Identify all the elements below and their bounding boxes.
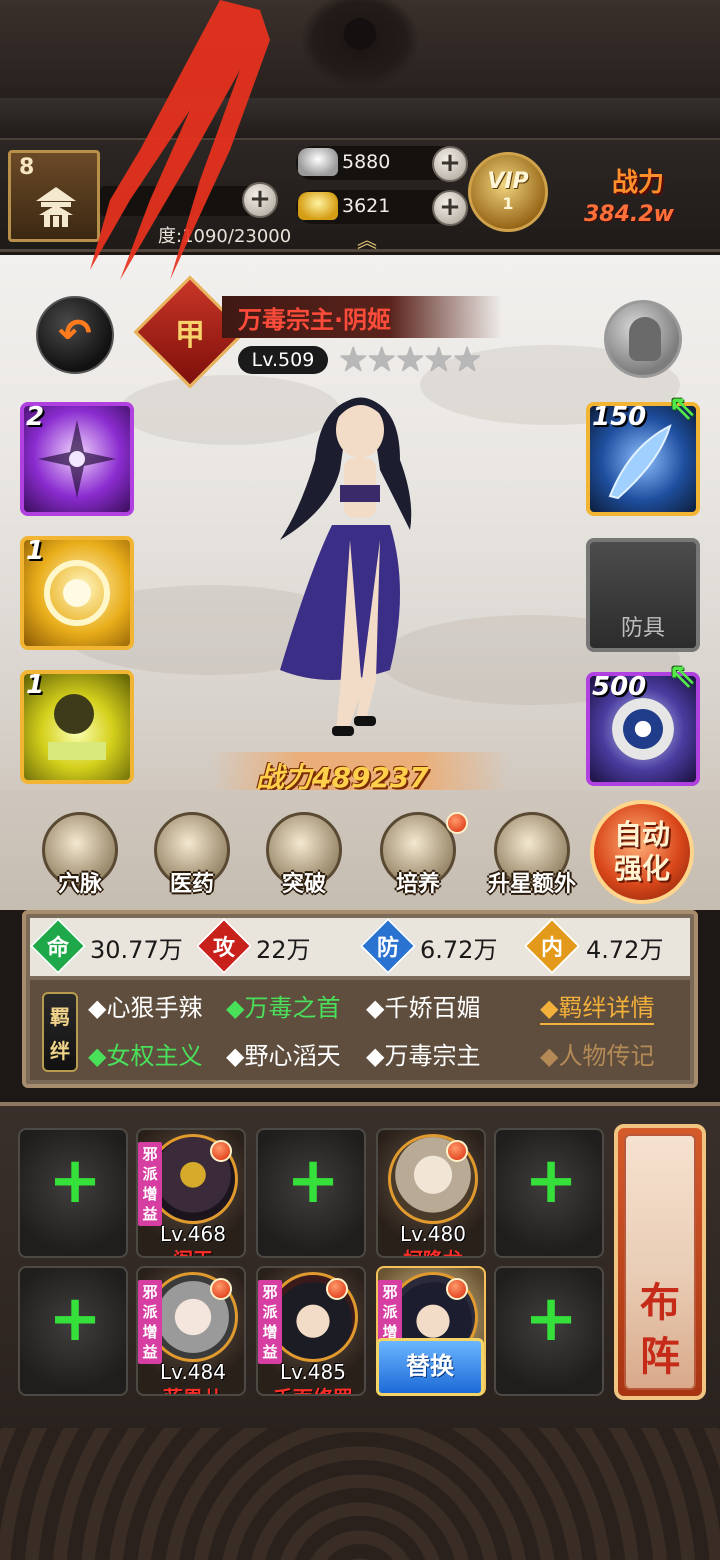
player-level: 8 bbox=[19, 155, 35, 180]
add-icon: + bbox=[524, 1282, 578, 1356]
action-meridian[interactable]: 穴脉 bbox=[25, 866, 135, 898]
player-level-box[interactable]: 8 bbox=[8, 150, 100, 242]
hero-detail-screen: { "top_bar": { "player_level": "8", "exp… bbox=[0, 0, 720, 1560]
rank-badge-text: 甲 bbox=[175, 318, 205, 353]
stat-attack: 22万 bbox=[256, 936, 311, 964]
skill-slot-3[interactable]: 1 bbox=[20, 670, 134, 784]
footer-pattern bbox=[0, 1428, 720, 1560]
biography-link[interactable]: ◆人物传记 bbox=[540, 1036, 654, 1071]
stat-defense: 6.72万 bbox=[420, 936, 498, 964]
total-power-value: 384.2w bbox=[584, 202, 674, 227]
hero-level: Lv.509 bbox=[238, 346, 328, 374]
roof-beam bbox=[0, 98, 720, 140]
replace-button[interactable]: 替换 bbox=[376, 1338, 484, 1396]
empty-team-slot[interactable]: + bbox=[256, 1128, 366, 1258]
stat-inner: 4.72万 bbox=[586, 936, 664, 964]
gold-value: 3621 bbox=[342, 195, 391, 217]
bond-trait: ◆万毒宗主 bbox=[366, 1042, 481, 1070]
roof-ornament bbox=[300, 0, 420, 88]
yinyang-accessory-icon bbox=[612, 698, 674, 760]
total-power-label: 战力 bbox=[612, 168, 665, 198]
vip-badge[interactable]: VIP 1 bbox=[468, 152, 548, 232]
action-breakthrough[interactable]: 突破 bbox=[249, 866, 359, 898]
formation-label[interactable]: 布阵 bbox=[630, 1276, 690, 1384]
bond-trait: ◆心狠手辣 bbox=[88, 994, 203, 1022]
shuriken-skill-icon bbox=[38, 420, 116, 498]
notification-dot bbox=[210, 1140, 232, 1162]
stat-hp: 30.77万 bbox=[90, 936, 183, 964]
add-icon: + bbox=[48, 1282, 102, 1356]
team-hero-slot[interactable]: Lv.480 柯降龙 bbox=[376, 1128, 486, 1258]
back-icon[interactable]: ↶ bbox=[36, 296, 114, 374]
add-icon: + bbox=[48, 1144, 102, 1218]
bond-trait: ◆千娇百媚 bbox=[366, 994, 481, 1022]
bond-details-link[interactable]: ◆羁绊详情 bbox=[540, 988, 655, 1025]
notification-dot bbox=[326, 1278, 348, 1300]
auto-enhance-label[interactable]: 自动 强化 bbox=[604, 818, 680, 886]
notification-dot bbox=[210, 1278, 232, 1300]
armor-empty-label: 防具 bbox=[620, 616, 665, 641]
empty-team-slot[interactable]: + bbox=[494, 1128, 604, 1258]
team-hero-slot[interactable]: 邪派增益 Lv.485 千面修罗 bbox=[256, 1266, 366, 1396]
add-icon: + bbox=[524, 1144, 578, 1218]
exp-progress-text: 度:1090/23000 bbox=[158, 226, 292, 247]
upgrade-arrow-icon: ⇖ bbox=[668, 388, 697, 428]
total-power: 战力 384.2w bbox=[568, 160, 720, 240]
empty-team-slot[interactable]: + bbox=[18, 1266, 128, 1396]
silver-value: 5880 bbox=[342, 151, 391, 173]
equip-slot-armor[interactable]: 防具 bbox=[586, 538, 700, 652]
add-silver-button[interactable]: + bbox=[432, 146, 468, 182]
evil-faction-tag: 邪派增益 bbox=[258, 1280, 282, 1364]
chevron-up-icon[interactable]: ︽ bbox=[352, 230, 382, 250]
action-star-up[interactable]: 升星额外 bbox=[477, 866, 587, 898]
silver-ingot-icon bbox=[298, 148, 338, 176]
add-icon: + bbox=[286, 1144, 340, 1218]
bond-trait: ◆女权主义 bbox=[88, 1042, 203, 1070]
bonds-badge: 羁绊 bbox=[42, 992, 78, 1072]
poison-skill-icon bbox=[48, 694, 106, 760]
golden-swirl-skill-icon bbox=[44, 560, 110, 626]
upgrade-arrow-icon: ⇖ bbox=[668, 656, 697, 696]
add-gold-button[interactable]: + bbox=[432, 190, 468, 226]
meditation-figure-icon[interactable] bbox=[604, 300, 682, 378]
skill-slot-2[interactable]: 1 bbox=[20, 536, 134, 650]
hero-character-art[interactable] bbox=[240, 390, 480, 740]
empty-team-slot[interactable]: + bbox=[494, 1266, 604, 1396]
gold-ingot-icon bbox=[298, 192, 338, 220]
evil-faction-tag: 邪派增益 bbox=[138, 1142, 162, 1226]
evil-faction-tag: 邪派增益 bbox=[138, 1280, 162, 1364]
notification-dot bbox=[446, 812, 468, 834]
temple-icon bbox=[36, 187, 76, 227]
bond-trait: ◆野心滔天 bbox=[226, 1042, 341, 1070]
action-training[interactable]: 培养 bbox=[363, 866, 473, 898]
skill-slot-1[interactable]: 2 bbox=[20, 402, 134, 516]
hero-stars: ★★★★★ bbox=[338, 340, 482, 380]
empty-team-slot[interactable]: + bbox=[18, 1128, 128, 1258]
roof-header bbox=[0, 0, 720, 140]
action-medicine[interactable]: 医药 bbox=[137, 866, 247, 898]
notification-dot bbox=[446, 1140, 468, 1162]
notification-dot bbox=[446, 1278, 468, 1300]
add-exp-button[interactable]: + bbox=[242, 182, 278, 218]
bond-trait: ◆万毒之首 bbox=[226, 994, 341, 1022]
hero-name: 万毒宗主·阴姬 bbox=[238, 306, 392, 334]
